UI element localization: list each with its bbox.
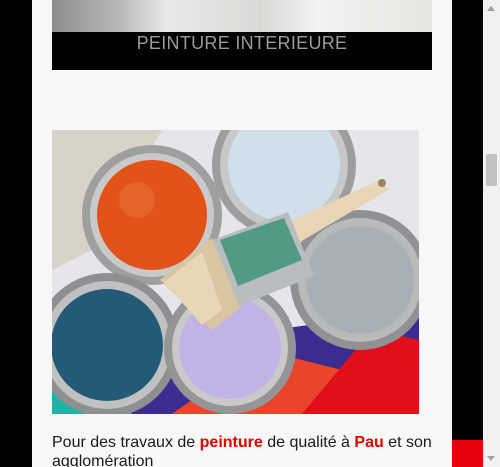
scroll-thumb[interactable] <box>486 154 497 186</box>
intro-part2: de qualité à <box>262 434 355 451</box>
interior-paint-card[interactable]: PEINTURE INTERIEURE <box>52 0 432 70</box>
card-caption: PEINTURE INTERIEURE <box>136 33 348 53</box>
page-content: PEINTURE INTERIEURE Pour des travaux de … <box>32 0 452 467</box>
intro-highlight-peinture: peinture <box>199 434 263 451</box>
vertical-scrollbar[interactable] <box>483 0 500 467</box>
scroll-down-icon[interactable] <box>487 456 495 461</box>
scroll-up-icon[interactable] <box>487 6 495 11</box>
interior-photo <box>52 0 432 32</box>
intro-text: Pour des travaux de peinture de qualité … <box>52 433 432 467</box>
intro-part1: Pour des travaux de <box>52 434 200 451</box>
intro-highlight-pau: Pau <box>354 434 384 451</box>
paint-cans-photo <box>52 130 419 414</box>
red-decor-strip <box>452 440 483 467</box>
